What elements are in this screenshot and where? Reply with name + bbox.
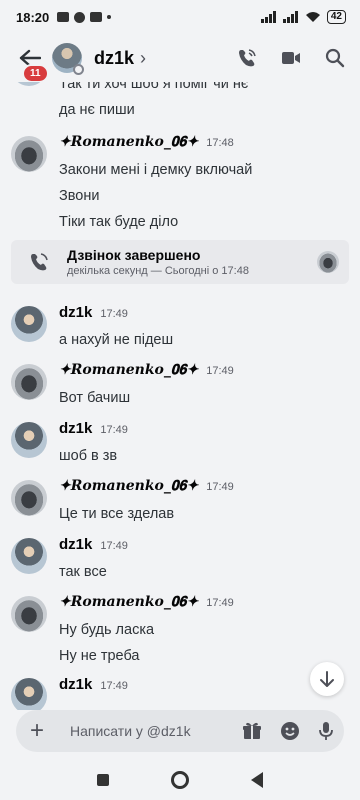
message-group: ✦𝑹𝒐𝒎𝒂𝒏𝒆𝒏𝒌𝒐_𝟎𝟔✦ 17:49 Це ти все зделав bbox=[0, 478, 360, 526]
message-text: Ну не треба bbox=[59, 648, 140, 664]
avatar[interactable] bbox=[11, 596, 47, 632]
username[interactable]: dz1k bbox=[59, 304, 92, 321]
message-text: шоб в зв bbox=[59, 448, 118, 464]
notification-icons bbox=[57, 11, 112, 23]
message-text: Закони мені і демку включай bbox=[59, 162, 253, 178]
call-title: Дзвінок завершено bbox=[67, 247, 201, 263]
message-text: а нахуй не підеш bbox=[59, 332, 174, 348]
chat-header: 11 dz1k › bbox=[0, 34, 360, 83]
message-text: Звони bbox=[59, 188, 100, 204]
message-text: Так ти хоч шоб я поміг чи нє bbox=[59, 82, 249, 92]
microphone-icon[interactable] bbox=[318, 721, 334, 741]
avatar[interactable] bbox=[11, 538, 47, 574]
signal-icon bbox=[260, 11, 276, 23]
timestamp: 17:49 bbox=[206, 597, 234, 609]
search-icon bbox=[325, 48, 345, 68]
channel-name[interactable]: dz1k bbox=[94, 48, 134, 69]
timestamp: 17:49 bbox=[100, 540, 128, 552]
emoji-icon[interactable] bbox=[280, 721, 300, 741]
timestamp: 17:49 bbox=[206, 481, 234, 493]
message-text: Це ти все зделав bbox=[59, 506, 175, 522]
timestamp: 17:49 bbox=[206, 365, 234, 377]
message-text: так все bbox=[59, 564, 107, 580]
message-group: dz1k 17:49 так все bbox=[0, 536, 360, 584]
snapchat-icon bbox=[74, 11, 86, 23]
avatar[interactable] bbox=[11, 480, 47, 516]
message-composer: + Написати у @dz1k bbox=[16, 710, 344, 752]
username[interactable]: dz1k bbox=[59, 676, 92, 693]
message-input[interactable]: Написати у @dz1k bbox=[70, 723, 242, 739]
back-button[interactable]: 11 bbox=[16, 44, 49, 83]
timestamp: 17:49 bbox=[100, 680, 128, 692]
message-text: да нє пиши bbox=[59, 102, 135, 118]
avatar[interactable] bbox=[11, 306, 47, 342]
phone-call-icon bbox=[239, 49, 256, 67]
recents-button[interactable] bbox=[97, 774, 109, 786]
phone-call-icon bbox=[31, 253, 48, 271]
video-icon bbox=[57, 12, 70, 22]
dot-icon bbox=[107, 15, 112, 19]
avatar[interactable] bbox=[11, 678, 47, 710]
status-bar: 18:20 42 bbox=[0, 0, 360, 34]
gift-icon[interactable] bbox=[242, 721, 262, 741]
call-subtitle: декілька секунд — Сьогодні о 17:48 bbox=[67, 265, 249, 277]
plus-icon[interactable]: + bbox=[30, 719, 52, 743]
back-nav-button[interactable] bbox=[251, 772, 263, 788]
username[interactable]: dz1k bbox=[59, 420, 92, 437]
call-ended-card[interactable]: Дзвінок завершено декілька секунд — Сьог… bbox=[11, 240, 349, 284]
message-text: Вот бачиш bbox=[59, 390, 131, 406]
message-group: dz1k 17:49 шоб в зв bbox=[0, 420, 360, 468]
jump-to-present-button[interactable] bbox=[310, 662, 344, 696]
message-group: ✦𝑹𝒐𝒎𝒂𝒏𝒆𝒏𝒌𝒐_𝟎𝟔✦ 17:48 Закони мені і демку … bbox=[0, 134, 360, 234]
unread-badge: 11 bbox=[22, 64, 49, 83]
video-call-icon bbox=[282, 52, 300, 64]
battery-icon: 42 bbox=[326, 10, 346, 24]
message-group: ✦𝑹𝒐𝒎𝒂𝒏𝒆𝒏𝒌𝒐_𝟎𝟔✦ 17:49 Вот бачиш bbox=[0, 362, 360, 410]
message-text: Тіки так буде діло bbox=[59, 214, 179, 230]
wifi-icon bbox=[305, 12, 320, 22]
message-list[interactable]: Так ти хоч шоб я поміг чи нє да нє пиши … bbox=[0, 82, 360, 710]
status-time: 18:20 bbox=[16, 9, 50, 25]
avatar[interactable] bbox=[11, 136, 47, 172]
message-group: ✦𝑹𝒐𝒎𝒂𝒏𝒆𝒏𝒌𝒐_𝟎𝟔✦ 17:49 Ну будь ласка Ну не … bbox=[0, 594, 360, 668]
username[interactable]: ✦𝑹𝒐𝒎𝒂𝒏𝒆𝒏𝒌𝒐_𝟎𝟔✦ bbox=[59, 594, 198, 610]
avatar[interactable] bbox=[11, 422, 47, 458]
chevron-right-icon[interactable]: › bbox=[140, 48, 146, 69]
message-group: dz1k 17:49 bbox=[0, 676, 360, 710]
search-button[interactable] bbox=[324, 47, 346, 69]
message-group: dz1k 17:49 а нахуй не підеш bbox=[0, 304, 360, 352]
home-button[interactable] bbox=[171, 771, 189, 789]
username[interactable]: ✦𝑹𝒐𝒎𝒂𝒏𝒆𝒏𝒌𝒐_𝟎𝟔✦ bbox=[59, 134, 198, 150]
video-call-button[interactable] bbox=[280, 47, 302, 69]
message-text: Ну будь ласка bbox=[59, 622, 155, 638]
message-group: Так ти хоч шоб я поміг чи нє да нє пиши bbox=[0, 82, 360, 122]
username[interactable]: ✦𝑹𝒐𝒎𝒂𝒏𝒆𝒏𝒌𝒐_𝟎𝟔✦ bbox=[59, 478, 198, 494]
phone-call-button[interactable] bbox=[236, 47, 258, 69]
username[interactable]: ✦𝑹𝒐𝒎𝒂𝒏𝒆𝒏𝒌𝒐_𝟎𝟔✦ bbox=[59, 362, 198, 378]
avatar[interactable] bbox=[11, 364, 47, 400]
system-nav-bar bbox=[0, 760, 360, 800]
offline-status-icon bbox=[73, 64, 84, 75]
avatar bbox=[317, 251, 339, 273]
timestamp: 17:48 bbox=[206, 137, 234, 149]
signal-icon bbox=[282, 11, 298, 23]
timestamp: 17:49 bbox=[100, 424, 128, 436]
gamepad-icon bbox=[90, 12, 103, 22]
username[interactable]: dz1k bbox=[59, 536, 92, 553]
avatar[interactable] bbox=[52, 43, 84, 75]
arrow-down-icon bbox=[320, 671, 334, 687]
timestamp: 17:49 bbox=[100, 308, 128, 320]
